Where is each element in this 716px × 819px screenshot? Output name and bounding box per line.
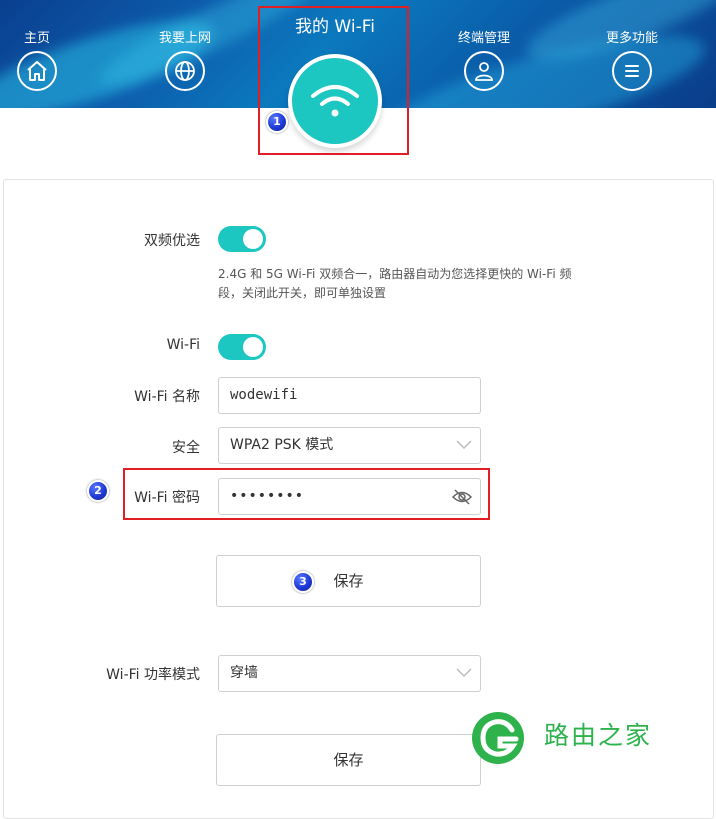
save-button-label: 保存: [333, 572, 364, 590]
power-mode-value: 穿墙: [230, 665, 258, 681]
security-select[interactable]: WPA2 PSK 模式: [218, 427, 481, 464]
chevron-down-icon: [456, 440, 472, 450]
step-marker-2: 2: [87, 480, 109, 502]
save-button[interactable]: 保存: [216, 555, 481, 607]
save-power-button-label: 保存: [333, 751, 364, 769]
security-label: 安全: [172, 440, 200, 456]
watermark-text: 路由之家: [544, 721, 653, 750]
nav-item-home[interactable]: 主页: [0, 30, 97, 91]
save-power-button[interactable]: 保存: [216, 734, 481, 786]
chevron-down-icon: [456, 668, 472, 678]
ssid-input[interactable]: wodewifi: [218, 377, 481, 414]
globe-icon: [165, 51, 205, 91]
watermark-logo-icon: [472, 712, 524, 764]
nav-label-devices: 终端管理: [457, 31, 510, 46]
step-marker-1: 1: [266, 111, 288, 133]
home-icon: [17, 51, 57, 91]
wifi-label: Wi-Fi: [166, 337, 200, 353]
nav-item-internet[interactable]: 我要上网: [125, 30, 245, 91]
wifi-toggle[interactable]: [218, 334, 266, 360]
step-marker-3: 3: [292, 571, 314, 593]
ssid-label: Wi-Fi 名称: [134, 389, 200, 405]
dual-band-label: 双频优选: [144, 233, 200, 249]
nav-label-internet: 我要上网: [158, 31, 211, 46]
dual-band-description: 2.4G 和 5G Wi-Fi 双频合一，路由器自动为您选择更快的 Wi-Fi …: [218, 267, 572, 300]
highlight-box-wifi-tab: [258, 6, 409, 155]
user-icon: [464, 51, 504, 91]
highlight-box-password: [123, 468, 490, 520]
nav-label-more: 更多功能: [605, 31, 658, 46]
nav-item-devices[interactable]: 终端管理: [424, 30, 544, 91]
menu-icon: [612, 51, 652, 91]
security-value: WPA2 PSK 模式: [230, 437, 334, 453]
nav-item-more[interactable]: 更多功能: [572, 30, 692, 91]
power-mode-select[interactable]: 穿墙: [218, 655, 481, 692]
dual-band-toggle[interactable]: [218, 226, 266, 252]
power-mode-label: Wi-Fi 功率模式: [106, 667, 200, 683]
nav-label-home: 主页: [23, 31, 50, 46]
